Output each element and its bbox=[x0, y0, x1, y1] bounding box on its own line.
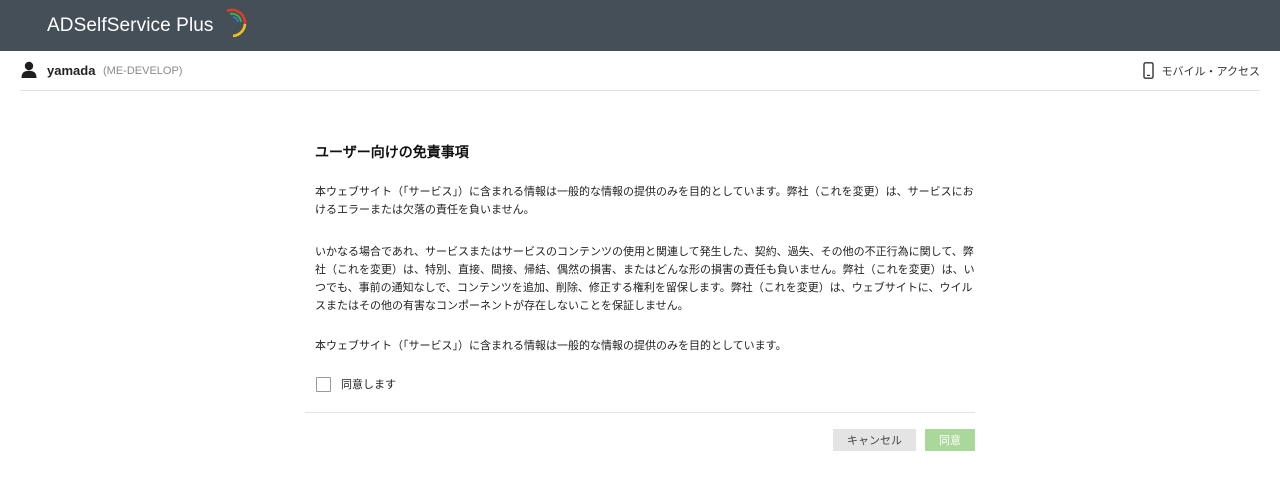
user-icon bbox=[21, 61, 37, 78]
cancel-button[interactable]: キャンセル bbox=[833, 429, 916, 451]
app-logo[interactable]: ADSelfService Plus bbox=[47, 8, 247, 44]
logo-arc-icon bbox=[226, 8, 247, 38]
agree-button[interactable]: 同意 bbox=[925, 429, 975, 451]
logo-text: ADSelfService Plus bbox=[47, 15, 214, 36]
disclaimer-paragraph-3: 本ウェブサイト（「サービス」）に含まれる情報は一般的な情報の提供のみを目的として… bbox=[315, 339, 787, 352]
footer-divider bbox=[305, 412, 975, 413]
agree-checkbox-label: 同意します bbox=[341, 378, 396, 391]
mobile-access-label: モバイル・アクセス bbox=[1161, 64, 1260, 78]
page-title: ユーザー向けの免責事項 bbox=[315, 145, 469, 161]
top-header-bar: ADSelfService Plus bbox=[0, 0, 1280, 51]
mobile-access-link[interactable]: モバイル・アクセス bbox=[1142, 62, 1260, 79]
disclaimer-paragraph-1: 本ウェブサイト（「サービス」）に含まれる情報は一般的な情報の提供のみを目的として… bbox=[315, 185, 974, 216]
user-domain: (ME-DEVELOP) bbox=[103, 65, 183, 77]
username: yamada bbox=[47, 63, 96, 78]
agree-checkbox-row[interactable]: 同意します bbox=[316, 376, 396, 392]
mobile-phone-icon bbox=[1142, 62, 1154, 79]
user-info-bar: yamada (ME-DEVELOP) モバイル・アクセス bbox=[20, 51, 1260, 91]
agree-checkbox[interactable] bbox=[316, 376, 331, 392]
disclaimer-paragraph-2: いかなる場合であれ、サービスまたはサービスのコンテンツの使用と関連して発生した、… bbox=[315, 245, 975, 312]
